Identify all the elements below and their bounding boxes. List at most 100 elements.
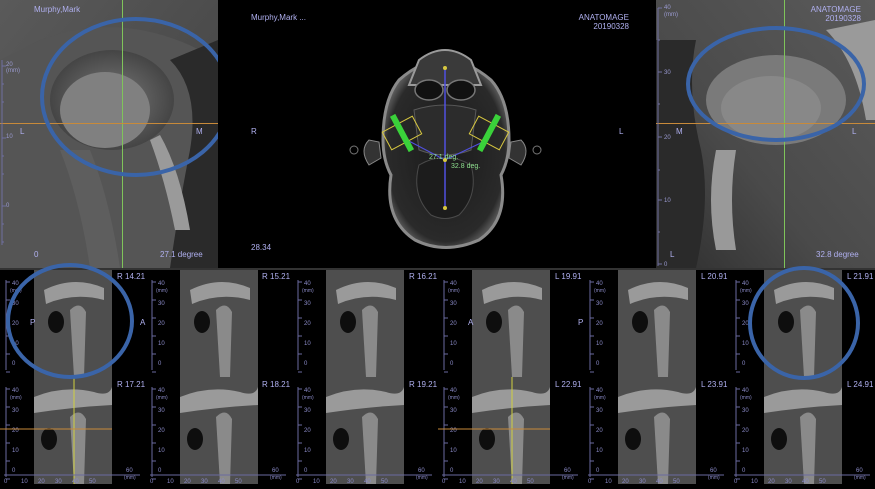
patient-name: Murphy,Mark ...: [251, 13, 306, 22]
right-condyle-view[interactable]: ANATOMAGE 20190328 M L L 32.8 degree 40 …: [656, 0, 875, 268]
scale-tick: 20: [158, 428, 165, 434]
scale-unit: (mm): [594, 288, 606, 294]
slice-tile[interactable]: 40 30 20 10 0 (mm): [730, 270, 875, 377]
scale-tick: 0: [742, 361, 746, 367]
slice-image: 403020100(mm)0 10 20 30 40 5060(mm): [438, 377, 578, 484]
slice-tile[interactable]: 40 30 20 10 0 (mm) 0 10 20 30 40 50 60 (mm): [730, 377, 875, 484]
scale-tick: 40: [304, 388, 311, 394]
slice-tile[interactable]: 40 30 20 10 0 (mm): [292, 270, 438, 377]
x-scale-end: 60: [418, 468, 425, 474]
x-scale-tick: 20: [184, 479, 191, 484]
x-scale-tick: 40: [72, 479, 79, 484]
orientation-right: L: [619, 127, 624, 136]
slice-position: 28.34: [251, 243, 272, 252]
orientation-left: R: [251, 127, 257, 136]
x-scale-tick: 30: [55, 479, 62, 484]
scale-tick: 10: [12, 341, 19, 347]
scale-tick: 30: [596, 301, 603, 307]
x-scale-tick: 20: [622, 479, 629, 484]
orientation-right: P: [578, 318, 584, 327]
slice-label: R 15.21: [262, 272, 291, 281]
x-scale-tick: 0: [296, 479, 300, 484]
slice-image: 40 30 20 10 0 (mm): [5, 270, 112, 377]
slice-tile[interactable]: 40 30 20 10 0 (mm): [438, 270, 584, 377]
scale-unit: (mm): [156, 395, 168, 401]
scale-tick: 30: [158, 301, 165, 307]
scale-tick: 0: [12, 468, 16, 474]
x-scale-tick: 10: [751, 479, 758, 484]
scale-tick: 30: [304, 301, 311, 307]
x-scale-end: 60: [272, 468, 279, 474]
slice-image: 403020100(mm)0 10 20 30 40 5060(mm): [0, 377, 140, 484]
scale-tick: 30: [596, 408, 603, 414]
slice-image: 403020100(mm)0 10 20 30 40 5060(mm): [296, 377, 432, 484]
scale-tick: 0: [304, 468, 308, 474]
slice-tile[interactable]: 40 30 20 10 0 (mm) 0 10 20 30 40 50 60 (mm): [438, 377, 584, 484]
scale-tick: 40: [450, 388, 457, 394]
scale-tick: 20: [304, 321, 311, 327]
scale-tick: 40: [158, 281, 165, 287]
slice-label: R 18.21: [262, 380, 291, 389]
slice-tile[interactable]: 40 30 20 10 0 (mm): [584, 270, 730, 377]
x-scale-end: 60: [564, 468, 571, 474]
slice-label: R 14.21: [117, 272, 146, 281]
x-scale-tick: 0: [4, 479, 8, 484]
x-scale-tick: 40: [802, 479, 809, 484]
slice-tile[interactable]: 40 30 20 10 0 (mm) 0 10 20 30 40 50 60 (mm): [0, 377, 146, 484]
scale-tick: 40: [12, 388, 19, 394]
x-scale-tick: 30: [639, 479, 646, 484]
scale-tick: 10: [158, 341, 165, 347]
x-scale-unit: (mm): [854, 475, 866, 481]
angle-left-label: 27.1 deg.: [429, 154, 459, 161]
scale-tick: 20: [450, 321, 457, 327]
slice-tile[interactable]: 40 30 20 10 0 (mm): [0, 270, 146, 377]
scale-tick: 10: [596, 341, 603, 347]
slice-tile[interactable]: 40 30 20 10 0 (mm): [146, 270, 292, 377]
scale-tick: 20: [158, 321, 165, 327]
x-scale-tick: 50: [381, 479, 388, 484]
scale-tick: 10: [304, 341, 311, 347]
slice-label: L 20.91: [701, 272, 728, 281]
left-condyle-view[interactable]: Murphy,Mark L M 0 27.1 degree (mm) 20 10…: [0, 0, 218, 268]
slice-label: R 16.21: [409, 272, 438, 281]
scale-tick: 10: [742, 341, 749, 347]
scale-unit: (mm): [10, 288, 22, 294]
x-scale-tick: 10: [21, 479, 28, 484]
x-scale-tick: 50: [89, 479, 96, 484]
x-scale-unit: (mm): [270, 475, 282, 481]
x-scale-tick: 30: [347, 479, 354, 484]
x-scale-unit: (mm): [708, 475, 720, 481]
scale-tick: 20: [304, 428, 311, 434]
scale-unit: (mm): [594, 395, 606, 401]
slice-image: 40 30 20 10 0 (mm): [589, 270, 696, 377]
x-scale-tick: 10: [167, 479, 174, 484]
scale-tick: 40: [450, 281, 457, 287]
x-scale-tick: 20: [330, 479, 337, 484]
scale-unit: (mm): [448, 395, 460, 401]
x-scale-tick: 40: [218, 479, 225, 484]
scale-tick: 40: [742, 388, 749, 394]
x-scale-end: 60: [856, 468, 863, 474]
slice-label: R 19.21: [409, 380, 438, 389]
scale-unit: (mm): [740, 395, 752, 401]
x-scale-tick: 30: [785, 479, 792, 484]
x-scale-unit: (mm): [416, 475, 428, 481]
slice-label: L 22.91: [555, 380, 582, 389]
scale-tick: 40: [596, 388, 603, 394]
slice-tile[interactable]: 40 30 20 10 0 (mm) 0 10 20 30 40 50 60 (mm): [146, 377, 292, 484]
scale-tick: 20: [596, 428, 603, 434]
orientation-left: P: [30, 318, 36, 327]
slice-image: 403020100(mm)0 10 20 30 40 5060(mm): [588, 377, 724, 484]
x-scale-tick: 20: [768, 479, 775, 484]
slice-label: L 21.91: [847, 272, 874, 281]
orientation-left: A: [468, 318, 474, 327]
axial-view[interactable]: Murphy,Mark ... ANATOMAGE 20190328 R L 2…: [219, 0, 655, 268]
scale-tick: 10: [596, 448, 603, 454]
angle-right-label: 32.8 deg.: [451, 163, 481, 170]
slice-tile[interactable]: 40 30 20 10 0 (mm) 0 10 20 30 40 50 60 (mm): [292, 377, 438, 484]
slice-tile[interactable]: 40 30 20 10 0 (mm) 0 10 20 30 40 50 60 (mm): [584, 377, 730, 484]
x-scale-tick: 0: [442, 479, 446, 484]
scale-tick: 30: [742, 408, 749, 414]
vertical-scale: [657, 7, 662, 266]
x-scale-tick: 40: [510, 479, 517, 484]
